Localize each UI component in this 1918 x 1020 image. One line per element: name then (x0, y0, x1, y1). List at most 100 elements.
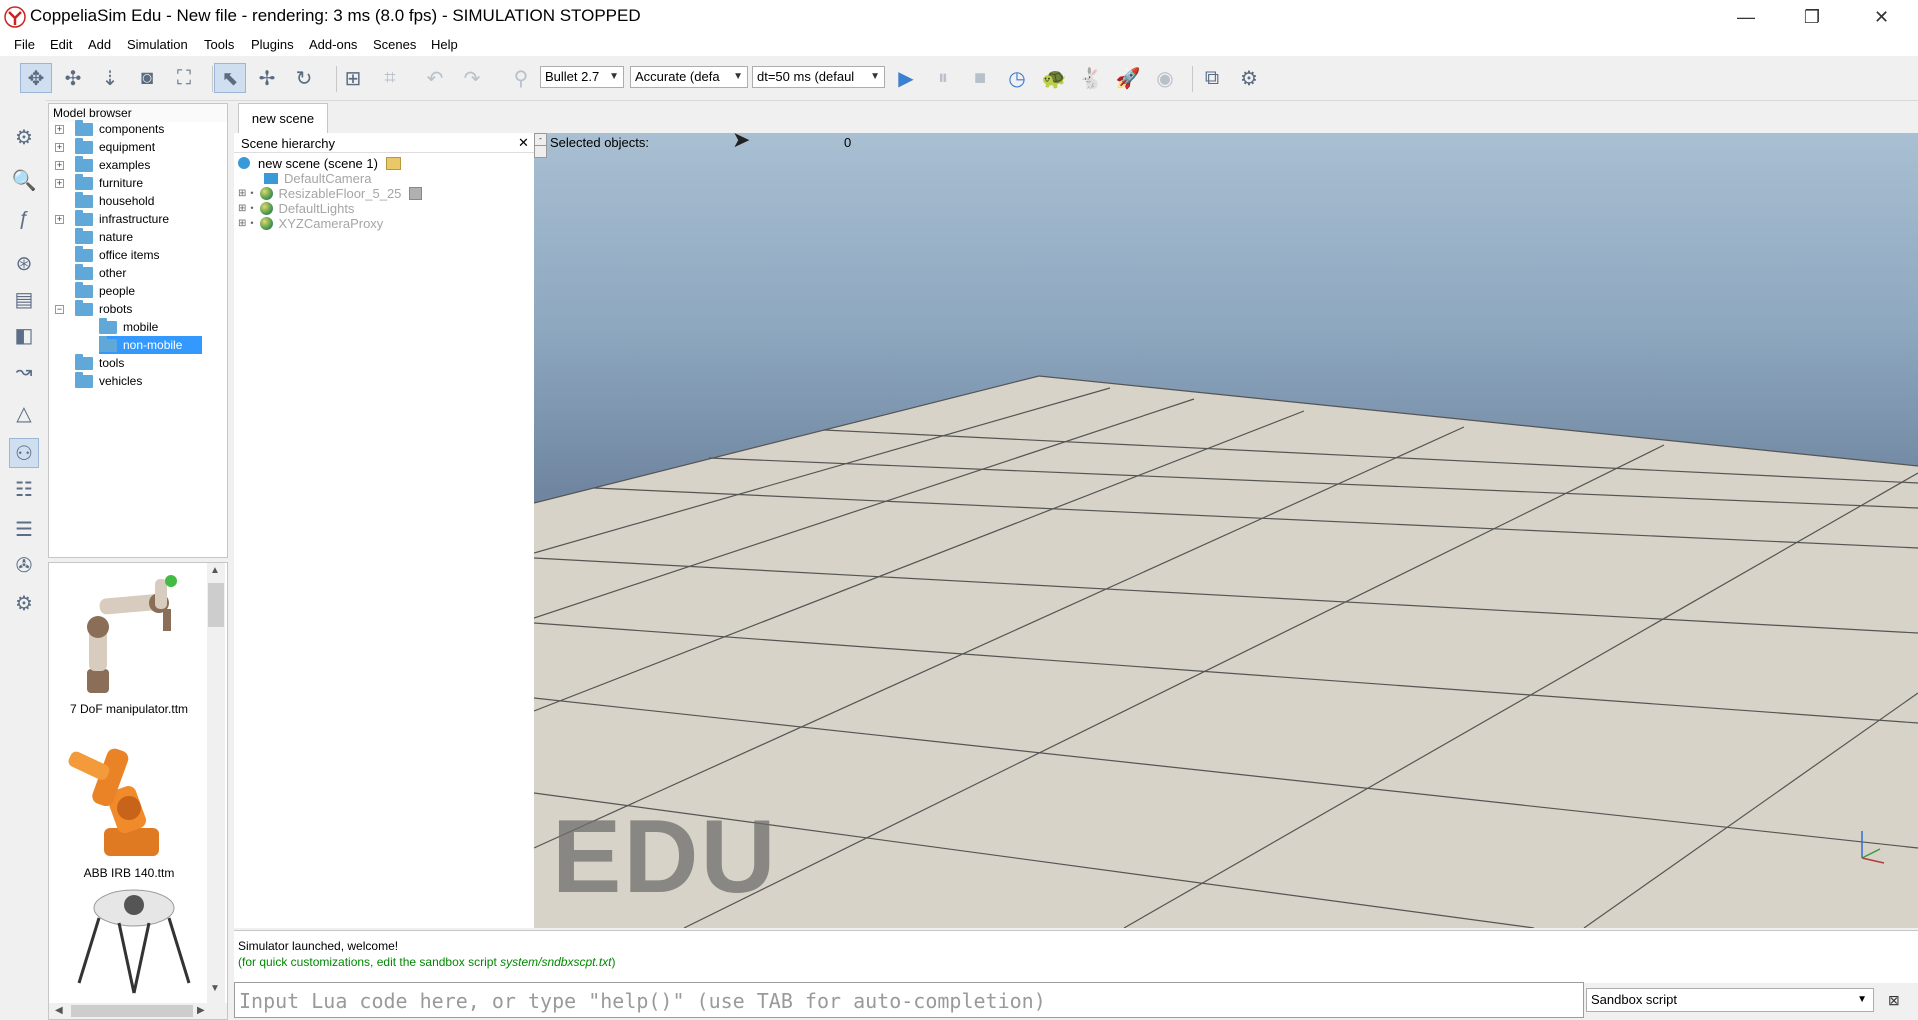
timestep-select[interactable]: dt=50 ms (defaul ▼ (752, 66, 885, 88)
expand-icon[interactable]: + (55, 178, 64, 188)
speed-up-icon[interactable]: 🐇 (1075, 63, 1107, 93)
shape-edit-icon[interactable]: ◧ (9, 320, 39, 350)
video-recorder-icon[interactable]: ✇ (9, 550, 39, 580)
tree-item-examples[interactable]: + examples (55, 155, 150, 174)
view-options-icon[interactable] (534, 145, 547, 158)
tree-item-other[interactable]: other (75, 263, 126, 282)
redo-icon[interactable]: ↷ (456, 63, 488, 93)
physics-engine-select[interactable]: Bullet 2.7 ▼ (540, 66, 624, 88)
page-selector-icon[interactable]: ⧉ (1196, 63, 1228, 93)
menu-simulation[interactable]: Simulation (127, 37, 188, 52)
object-select-icon[interactable]: ⬉ (214, 63, 246, 93)
tree-item-office-items[interactable]: office items (75, 245, 159, 264)
console-close-icon[interactable]: ⊠ (1888, 992, 1900, 1009)
minimize-button[interactable]: — (1713, 0, 1779, 34)
menu-scenes[interactable]: Scenes (373, 37, 416, 52)
scene-viewport[interactable]: - Selected objects: 0 ➤ EDU (534, 133, 1918, 928)
slow-down-icon[interactable]: 🐢 (1038, 63, 1070, 93)
pause-icon[interactable]: ⏸ (927, 63, 959, 93)
collections-icon[interactable]: ⊛ (9, 248, 39, 278)
script-selector[interactable]: Sandbox script ▼ (1586, 988, 1874, 1012)
hierarchy-item[interactable]: ⊞ • XYZCameraProxy (238, 214, 383, 232)
scroll-right-icon[interactable]: ▶ (197, 1005, 205, 1016)
script-icon[interactable] (385, 156, 401, 170)
real-time-icon[interactable]: ◷ (1001, 63, 1033, 93)
fit-to-view-icon[interactable]: ⛶ (168, 63, 200, 93)
selection-icon[interactable]: △ (9, 398, 39, 428)
tree-item-infrastructure[interactable]: + infrastructure (55, 209, 169, 228)
assemble-icon[interactable]: ⊞ (337, 63, 369, 93)
tree-item-label: non-mobile (123, 338, 183, 352)
camera-rotate-icon[interactable]: ✣ (57, 63, 89, 93)
tree-item-household[interactable]: household (75, 191, 154, 210)
scrollbar-thumb[interactable] (208, 583, 224, 627)
menu-file[interactable]: File (14, 37, 35, 52)
close-icon[interactable]: ✕ (518, 135, 529, 151)
thread-rendering-icon[interactable]: 🚀 (1112, 63, 1144, 93)
script-icon[interactable] (409, 186, 423, 200)
stop-icon[interactable]: ■ (964, 63, 996, 93)
scene-selector-icon[interactable]: ⚙ (1233, 63, 1265, 93)
expand-icon[interactable]: + (55, 160, 64, 170)
menu-help[interactable]: Help (431, 37, 458, 52)
model-thumbnail[interactable] (59, 883, 199, 1013)
menu-tools[interactable]: Tools (204, 37, 234, 52)
expand-icon[interactable]: + (55, 124, 64, 134)
menu-add-ons[interactable]: Add-ons (309, 37, 357, 52)
menu-edit[interactable]: Edit (50, 37, 72, 52)
zoom-icon[interactable]: 🔍 (9, 165, 39, 195)
expand-icon[interactable]: ⊞ (238, 203, 246, 214)
path-edit-icon[interactable]: ↝ (9, 356, 39, 386)
object-move-icon[interactable]: ✢ (251, 63, 283, 93)
tree-item-label: vehicles (99, 374, 143, 388)
scene-hierarchy-toggle-icon[interactable]: ☷ (9, 474, 39, 504)
expand-icon[interactable]: + (55, 214, 64, 224)
calculation-modules-icon[interactable]: ƒ (9, 204, 39, 234)
collapse-icon[interactable]: − (55, 304, 64, 314)
visualization-icon[interactable]: ◉ (1149, 63, 1181, 93)
maximize-button[interactable]: ❐ (1779, 0, 1845, 34)
transfer-dna-icon[interactable]: ⌗ (374, 63, 406, 93)
tree-item-components[interactable]: + components (55, 119, 164, 138)
camera-pan-icon[interactable]: ✥ (20, 63, 52, 93)
tree-item-non-mobile[interactable]: non-mobile (99, 335, 203, 354)
accuracy-select[interactable]: Accurate (defa ▼ (630, 66, 748, 88)
tab-new-scene[interactable]: new scene (238, 103, 328, 133)
expand-icon[interactable]: ⊞ (238, 218, 246, 229)
simulation-settings-icon[interactable]: ⚙ (9, 122, 39, 152)
expand-icon[interactable]: ⊞ (238, 188, 246, 199)
undo-icon[interactable]: ↶ (419, 63, 451, 93)
camera-shift-icon[interactable]: ⇣ (94, 63, 126, 93)
model-thumbnail[interactable] (59, 728, 199, 863)
object-rotate-icon[interactable]: ↻ (288, 63, 320, 93)
scroll-up-icon[interactable]: ▲ (210, 565, 220, 576)
tree-item-people[interactable]: people (75, 281, 135, 300)
expand-icon[interactable]: + (55, 142, 64, 152)
scrollbar-thumb[interactable] (71, 1005, 193, 1017)
scroll-left-icon[interactable]: ◀ (55, 1005, 63, 1016)
lua-command-input[interactable]: Input Lua code here, or type "help()" (u… (234, 982, 1584, 1018)
tree-item-label: mobile (123, 320, 159, 334)
tree-item-robots[interactable]: − robots (55, 299, 132, 318)
thumbnail-scrollbar[interactable]: ▲ ▼ (207, 563, 225, 1003)
tree-item-vehicles[interactable]: vehicles (75, 371, 143, 390)
menu-plugins[interactable]: Plugins (251, 37, 294, 52)
tree-item-tools[interactable]: tools (75, 353, 124, 372)
user-settings-icon[interactable]: ⚙ (9, 588, 39, 618)
close-button[interactable]: ✕ (1845, 0, 1918, 34)
layers-icon[interactable]: ☰ (9, 514, 39, 544)
tree-item-nature[interactable]: nature (75, 227, 133, 246)
tree-item-furniture[interactable]: + furniture (55, 173, 143, 192)
model-browser-toggle-icon[interactable]: ⚇ (9, 438, 39, 468)
hierarchy-item-label: XYZCameraProxy (278, 215, 384, 231)
scroll-down-icon[interactable]: ▼ (210, 983, 220, 994)
tree-item-equipment[interactable]: + equipment (55, 137, 155, 156)
scripts-icon[interactable]: ▤ (9, 284, 39, 314)
play-icon[interactable]: ▶ (890, 63, 922, 93)
dynamic-content-icon[interactable]: ⚲ (505, 63, 537, 93)
horizontal-scrollbar[interactable]: ◀ ▶ (49, 1003, 227, 1019)
camera-angle-icon[interactable]: ◙ (131, 63, 163, 93)
menu-add[interactable]: Add (88, 37, 111, 52)
model-thumbnail[interactable] (59, 569, 199, 699)
tree-item-mobile[interactable]: mobile (99, 317, 159, 336)
